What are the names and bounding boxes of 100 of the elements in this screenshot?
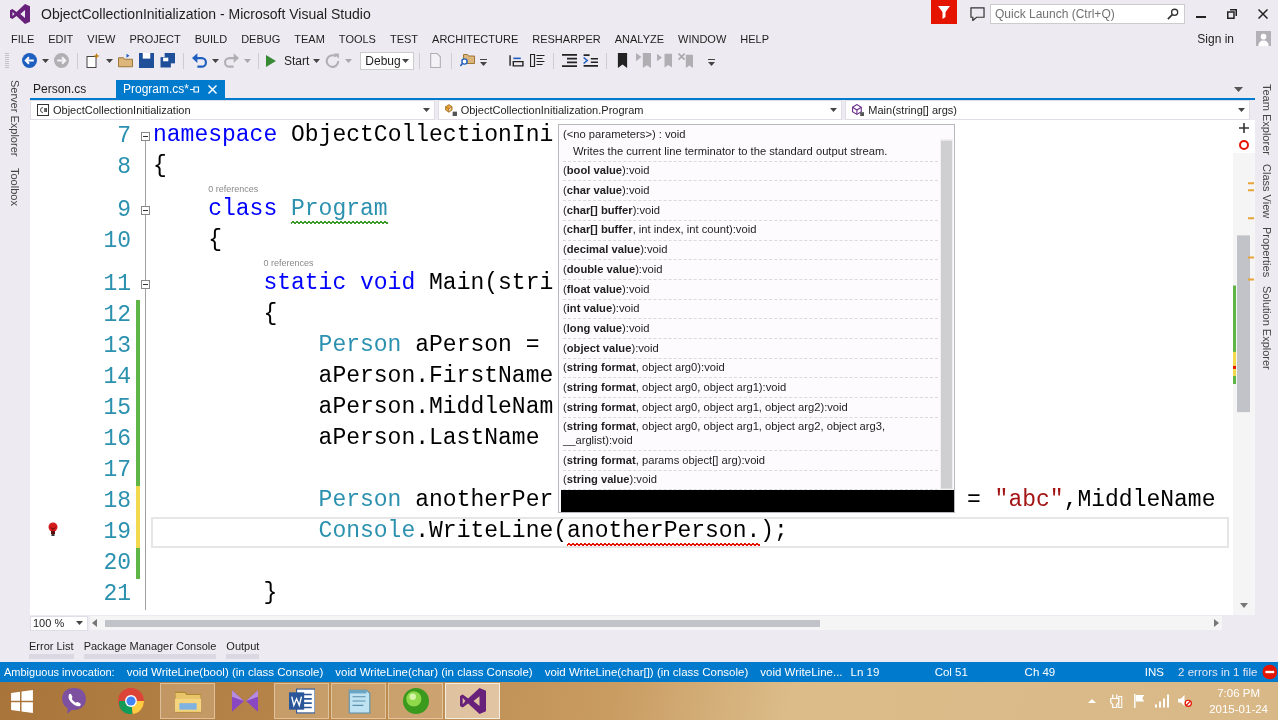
overflow-icon[interactable] xyxy=(708,59,716,66)
speaker-muted-icon[interactable] xyxy=(1178,694,1193,708)
comment-block-icon[interactable] xyxy=(509,53,525,68)
folder-icon[interactable] xyxy=(118,53,133,68)
overload-signature: (string format, object arg0):void xyxy=(563,361,725,374)
find-in-folder-icon[interactable] xyxy=(460,53,476,68)
reference-count[interactable]: 0 references xyxy=(263,258,314,269)
menu-item[interactable]: RESHARPER xyxy=(525,32,608,45)
play-icon xyxy=(266,54,276,67)
line-number: 16 xyxy=(103,426,131,453)
new-file-icon[interactable] xyxy=(86,53,101,68)
taskbar-button[interactable] xyxy=(445,683,500,719)
search-icon[interactable] xyxy=(1167,8,1179,20)
code-line: = "abc",MiddleName xyxy=(967,488,1216,512)
line-number: 10 xyxy=(103,228,131,255)
collapse-icon[interactable] xyxy=(141,280,150,289)
caret-icon[interactable] xyxy=(106,58,113,63)
error-status-icon[interactable] xyxy=(1239,140,1249,150)
navigation-dropdown[interactable]: ObjectCollectionInitialization.Program xyxy=(437,100,843,120)
code-line: aPerson.MiddleNam xyxy=(318,395,554,419)
overload-candidate: void WriteLine... xyxy=(760,666,843,678)
line-number: 12 xyxy=(103,302,131,329)
character-indicator: Ch 49 xyxy=(1024,666,1057,678)
navigation-dropdown[interactable]: Main(string[] args) xyxy=(845,100,1250,120)
status-message: Ambiguous invocation: xyxy=(4,666,115,678)
restore-icon xyxy=(1227,9,1237,19)
caret-icon[interactable] xyxy=(42,58,49,63)
document-tab[interactable]: Person.cs xyxy=(30,80,116,98)
split-icon[interactable] xyxy=(1239,123,1249,133)
line-number: 11 xyxy=(103,271,131,298)
tool-window-tab[interactable]: Class View xyxy=(1260,163,1273,219)
window-title: ObjectCollectionInitialization - Microsoft Visual Studio xyxy=(41,6,371,22)
caret-icon xyxy=(1238,108,1245,112)
zoom-dropdown[interactable]: 100 % xyxy=(30,615,88,631)
popup-scrollbar[interactable] xyxy=(940,139,953,491)
tool-window-tab[interactable]: Server Explorer xyxy=(9,80,21,157)
code-line: { xyxy=(208,228,222,252)
line-number: 19 xyxy=(103,519,131,546)
funnel-icon[interactable] xyxy=(931,0,957,24)
pin-icon[interactable] xyxy=(190,85,200,93)
line-number: 7 xyxy=(117,123,131,150)
close-icon xyxy=(1258,9,1268,19)
outdent-lines-icon[interactable] xyxy=(583,53,599,68)
lightbulb-icon[interactable] xyxy=(48,522,58,536)
caret-icon[interactable] xyxy=(480,59,488,66)
menu-item[interactable]: TEAM xyxy=(287,32,332,45)
sign-in-link[interactable]: Sign in xyxy=(1197,31,1234,46)
error-count[interactable]: 2 errors in 1 file xyxy=(1178,666,1258,678)
outline-list-icon[interactable] xyxy=(530,53,546,68)
menu-item[interactable]: HELP xyxy=(733,32,777,45)
tool-window-tab[interactable]: Properties xyxy=(1260,227,1273,278)
overload-signature: (long value):void xyxy=(563,321,650,334)
caret-icon[interactable] xyxy=(212,58,219,63)
minimize-icon xyxy=(1196,16,1206,18)
close-icon[interactable] xyxy=(208,84,217,94)
back-icon[interactable] xyxy=(22,53,37,68)
overload-signature: (object value):void xyxy=(563,341,659,354)
bowtie-icon xyxy=(231,688,258,714)
code-line: Person aPerson = xyxy=(318,333,540,357)
caret-icon[interactable] xyxy=(1234,86,1243,92)
quick-launch-field[interactable]: Quick Launch (Ctrl+Q) xyxy=(990,4,1185,24)
overload-signature: (string value):void xyxy=(563,473,657,486)
tool-window-tab[interactable]: Team Explorer xyxy=(1260,84,1273,155)
menu-item[interactable]: BUILD xyxy=(187,32,235,45)
horizontal-scrollbar[interactable] xyxy=(90,616,1222,630)
code-line: Console.WriteLine(anotherPerson.); xyxy=(318,519,788,543)
overload-signature: (decimal value):void xyxy=(563,243,668,256)
code-line: } xyxy=(263,581,278,605)
start-button[interactable]: Start xyxy=(264,53,312,68)
menu-item[interactable]: FILE xyxy=(4,32,42,45)
floppy-disks-icon[interactable] xyxy=(160,53,175,68)
collapse-icon[interactable] xyxy=(141,132,150,141)
overview-scrollbar[interactable] xyxy=(1233,153,1255,615)
menu-item[interactable]: ARCHITECTURE xyxy=(425,32,526,45)
menu-item[interactable]: VIEW xyxy=(80,32,123,45)
menu-item[interactable]: ANALYZE xyxy=(607,32,672,45)
error-icon[interactable] xyxy=(1262,664,1278,680)
collapse-icon[interactable] xyxy=(141,206,150,215)
indent-lines-icon[interactable] xyxy=(562,53,578,68)
line-number: 18 xyxy=(103,488,131,515)
reference-count[interactable]: 0 references xyxy=(208,184,259,195)
tool-window-tab[interactable]: Toolbox xyxy=(9,168,21,207)
navigation-dropdown[interactable]: ObjectCollectionInitialization xyxy=(30,100,435,120)
menu-item[interactable]: TOOLS xyxy=(331,32,383,45)
menu-item[interactable]: DEBUG xyxy=(234,32,288,45)
taskbar-button[interactable] xyxy=(274,683,329,719)
menu-item[interactable]: EDIT xyxy=(41,32,81,45)
document-tab[interactable]: Program.cs* xyxy=(116,80,225,98)
overload-signature: (double value):void xyxy=(563,262,663,275)
tool-window-tab[interactable]: Solution Explorer xyxy=(1260,286,1273,371)
speech-bubble-icon[interactable] xyxy=(970,7,985,21)
document-icon xyxy=(288,688,315,714)
overload-description: Writes the current line terminator to the standard output stream. xyxy=(573,144,888,157)
configuration-dropdown[interactable]: Debug xyxy=(360,51,415,70)
undo-icon[interactable] xyxy=(192,53,207,68)
menu-item[interactable]: WINDOW xyxy=(671,32,734,45)
caret-icon[interactable] xyxy=(313,58,321,63)
menu-item[interactable]: TEST xyxy=(382,32,426,45)
menu-item[interactable]: PROJECT xyxy=(122,32,188,45)
overload-signature: (string format, params object[] arg):void xyxy=(563,453,766,466)
